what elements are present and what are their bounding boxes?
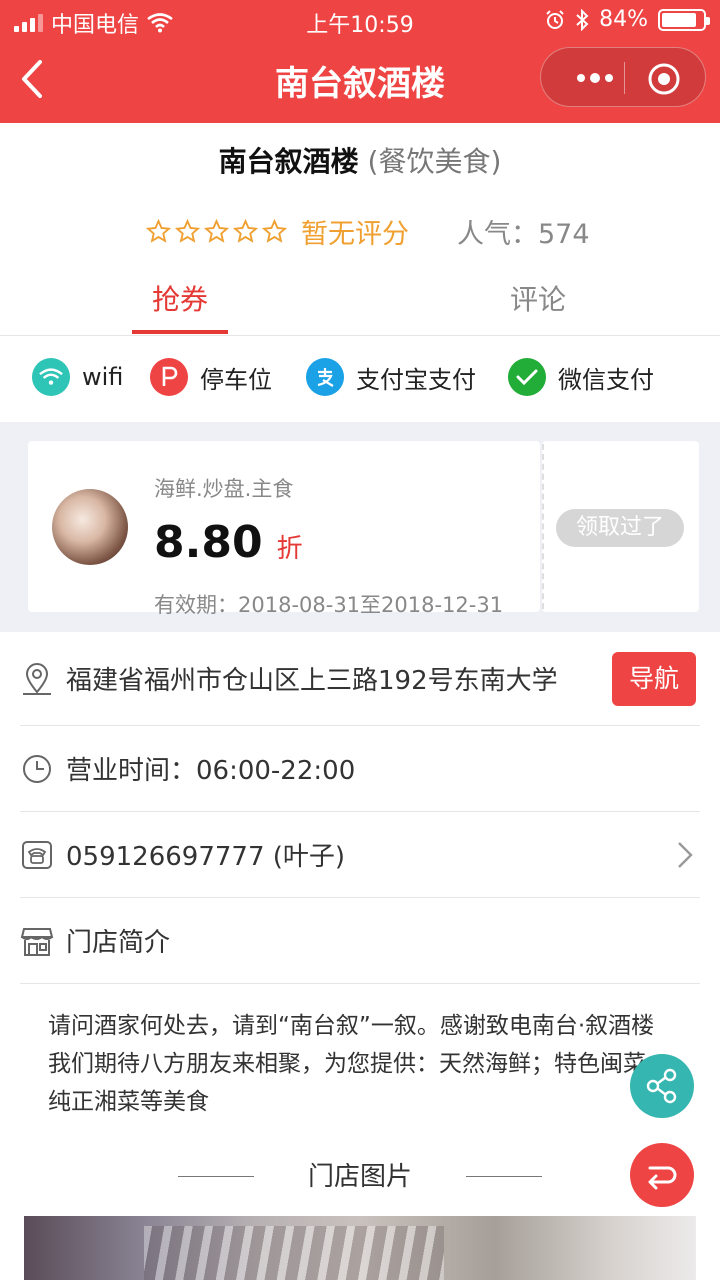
coupon-action-area: 领取过了 (542, 441, 699, 612)
miniprogram-capsule (540, 47, 706, 107)
location-icon (23, 662, 51, 695)
coupon-dish-image (52, 489, 128, 565)
coupon-card[interactable]: 海鲜.炒盘.主食 8.80 折 有效期：2018-08-31至2018-12-3… (28, 441, 540, 617)
more-icon[interactable] (565, 64, 625, 92)
close-miniprogram-icon[interactable] (647, 62, 681, 96)
rating-text: 暂无评分 (301, 219, 409, 250)
wechat-pay-icon (508, 358, 546, 396)
tab-coupons[interactable]: 抢券 (132, 278, 228, 334)
alarm-icon (546, 9, 564, 29)
popularity: 人气：574 (457, 212, 590, 251)
coupon-validity: 有效期：2018-08-31至2018-12-31 (154, 593, 504, 617)
tab-bar: 抢券 评论 (0, 270, 720, 336)
store-icon (20, 927, 54, 956)
amenity-label: 微信支付 (558, 365, 654, 394)
wifi-icon (32, 358, 70, 396)
shop-header: 南台叙酒楼 (餐饮美食) (0, 140, 720, 180)
status-bar: 中国电信 上午10:59 84% (0, 0, 720, 40)
phone-row[interactable]: 059126697777 (叶子) (20, 812, 700, 898)
intro-title: 门店简介 (66, 928, 171, 958)
star-icon (262, 219, 287, 243)
popularity-label: 人气： (457, 219, 538, 250)
bluetooth-icon (576, 8, 589, 31)
hours-text: 营业时间：06:00-22:00 (66, 756, 356, 786)
discount-value: 8.80 (154, 517, 263, 568)
popularity-value: 574 (538, 219, 590, 250)
star-icon (204, 219, 229, 243)
share-icon (646, 1068, 677, 1104)
return-icon (648, 1166, 677, 1190)
phone-icon (22, 840, 52, 869)
tab-reviews[interactable]: 评论 (510, 278, 566, 318)
alipay-icon (306, 358, 344, 396)
hours-row: 营业时间：06:00-22:00 (20, 726, 700, 812)
navigate-button[interactable]: 导航 (612, 652, 696, 706)
amenity-label: 停车位 (200, 365, 272, 394)
photos-section-title: 门店图片 (307, 1162, 412, 1192)
star-rating (146, 219, 287, 244)
star-icon (233, 219, 258, 243)
address-text: 福建省福州市仓山区上三路192号东南大学 (66, 666, 558, 696)
store-photo[interactable] (24, 1216, 696, 1280)
share-button[interactable] (630, 1054, 694, 1118)
battery-icon (658, 8, 710, 31)
star-icon (175, 219, 200, 243)
address-row[interactable]: 福建省福州市仓山区上三路192号东南大学 导航 (20, 632, 700, 726)
coupon-section: 海鲜.炒盘.主食 8.80 折 有效期：2018-08-31至2018-12-3… (0, 422, 720, 632)
shop-name: 南台叙酒楼 (218, 145, 359, 178)
amenity-parking: 停车位 (150, 358, 272, 396)
amenity-label: 支付宝支付 (356, 365, 476, 394)
parking-icon (150, 358, 188, 396)
battery-percent: 84% (599, 7, 648, 32)
rating-row: 暂无评分 人气：574 (146, 212, 590, 251)
amenity-alipay: 支付宝支付 (306, 358, 476, 396)
claimed-button[interactable]: 领取过了 (556, 509, 684, 547)
coupon-tags: 海鲜.炒盘.主食 (154, 477, 294, 501)
chevron-right-icon (678, 842, 693, 868)
star-icon (146, 219, 171, 243)
intro-row: 门店简介 (20, 898, 700, 984)
amenity-wifi: wifi (32, 358, 123, 396)
amenities-row: wifi 停车位 支付宝支付 微信支付 (0, 336, 720, 422)
amenity-wechat-pay: 微信支付 (508, 358, 654, 396)
amenity-label: wifi (82, 363, 124, 391)
shop-category: (餐饮美食) (367, 145, 502, 178)
capsule-divider (624, 62, 625, 94)
clock-icon (23, 754, 51, 783)
discount-unit: 折 (276, 534, 303, 564)
shop-description: 请问酒家何处去，请到“南台叙”一叙。感谢致电南台·叙酒楼 我们期待八方朋友来相聚… (48, 1013, 669, 1115)
return-button[interactable] (630, 1143, 694, 1207)
phone-text: 059126697777 (叶子) (66, 842, 346, 872)
app-header: 中国电信 上午10:59 84% 南台叙酒楼 (0, 0, 720, 123)
divider-right (466, 1176, 542, 1177)
status-right: 84% (545, 7, 710, 32)
coupon-discount: 8.80 折 (154, 517, 303, 568)
